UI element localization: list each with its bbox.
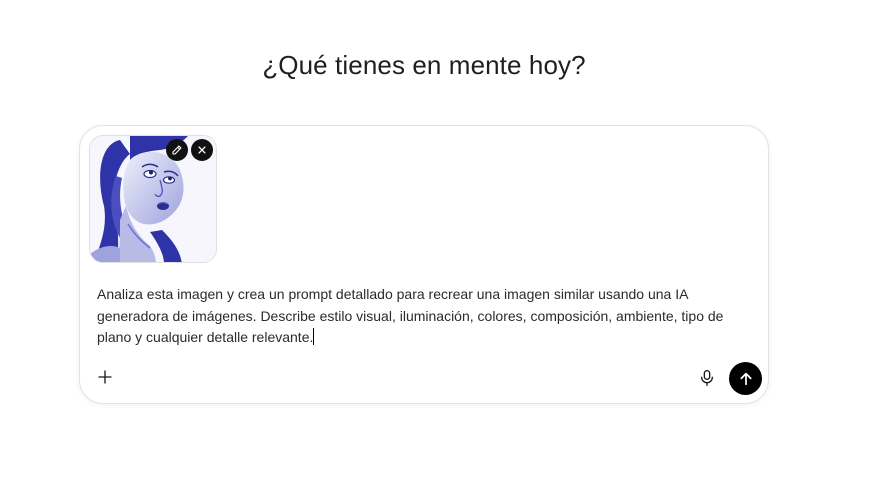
close-icon <box>198 146 206 154</box>
microphone-icon <box>701 370 713 386</box>
chat-home: ¿Qué tienes en mente hoy? Analiza esta i… <box>0 0 875 479</box>
arrow-up-icon <box>739 372 752 385</box>
send-button[interactable] <box>729 362 762 395</box>
edit-image-button[interactable] <box>166 139 188 161</box>
pencil-icon <box>172 145 182 155</box>
remove-image-button[interactable] <box>191 139 213 161</box>
plus-icon <box>98 370 112 384</box>
prompt-text-content: Analiza esta imagen y crea un prompt det… <box>97 286 728 345</box>
voice-input-button[interactable] <box>697 368 717 388</box>
page-title: ¿Qué tienes en mente hoy? <box>262 50 586 80</box>
message-composer: Analiza esta imagen y crea un prompt det… <box>79 125 769 404</box>
prompt-textarea[interactable]: Analiza esta imagen y crea un prompt det… <box>97 284 757 349</box>
text-caret <box>313 328 315 345</box>
attach-button[interactable] <box>94 366 116 388</box>
